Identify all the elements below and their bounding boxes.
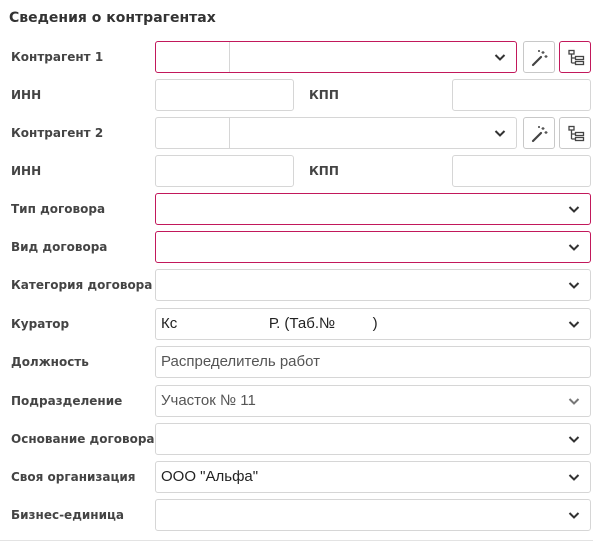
inn1-row: ИНН КПП: [0, 79, 593, 111]
contract-category-row: Категория договора: [0, 269, 593, 301]
counterparty1-label: Контрагент 1: [11, 50, 104, 64]
chevron-down-icon[interactable]: [568, 318, 580, 330]
chevron-down-icon[interactable]: [494, 127, 506, 139]
chevron-down-icon[interactable]: [568, 241, 580, 253]
department-select[interactable]: Участок № 11: [155, 385, 591, 417]
chevron-down-icon[interactable]: [568, 433, 580, 445]
curator-label: Куратор: [11, 317, 70, 331]
contract-kind-select[interactable]: [155, 231, 591, 263]
position-value: Распределитель работ: [161, 353, 320, 370]
chevron-down-icon[interactable]: [494, 51, 506, 63]
contract-type-label: Тип договора: [11, 202, 106, 216]
magic-wand-button[interactable]: [523, 41, 555, 73]
inn2-input[interactable]: [155, 155, 294, 187]
magic-wand-button[interactable]: [523, 117, 555, 149]
department-value: Участок № 11: [161, 392, 256, 409]
department-row: Подразделение Участок № 11: [0, 385, 593, 417]
position-label: Должность: [11, 355, 89, 369]
business-unit-label: Бизнес-единица: [11, 508, 124, 522]
position-row: Должность Распределитель работ: [0, 346, 593, 378]
bottom-divider: [0, 540, 593, 541]
contract-category-select[interactable]: [155, 269, 591, 301]
curator-row: Куратор Кс Р. (Таб.№ ): [0, 308, 593, 340]
tree-list-button[interactable]: [559, 41, 591, 73]
business-unit-select[interactable]: [155, 499, 591, 531]
magic-wand-icon: [531, 126, 548, 143]
counterparty1-row: Контрагент 1: [0, 41, 593, 73]
position-input[interactable]: Распределитель работ: [155, 346, 591, 378]
inn1-label: ИНН: [11, 88, 42, 102]
curator-value: Кс Р. (Таб.№ ): [161, 315, 378, 332]
counterparty1-select[interactable]: [155, 41, 517, 73]
tree-list-button[interactable]: [559, 117, 591, 149]
chevron-down-icon[interactable]: [568, 509, 580, 521]
contract-category-label: Категория договора: [11, 278, 153, 292]
chevron-down-icon[interactable]: [568, 471, 580, 483]
contract-kind-label: Вид договора: [11, 240, 108, 254]
chevron-down-icon[interactable]: [568, 279, 580, 291]
contract-type-select[interactable]: [155, 193, 591, 225]
tree-list-icon: [568, 125, 585, 142]
kpp1-input[interactable]: [452, 79, 591, 111]
kpp2-label: КПП: [309, 164, 339, 178]
field-divider: [229, 118, 230, 148]
counterparty2-label: Контрагент 2: [11, 126, 104, 140]
contract-basis-row: Основание договора: [0, 423, 593, 455]
magic-wand-icon: [531, 50, 548, 67]
own-org-select[interactable]: ООО "Альфа": [155, 461, 591, 493]
own-org-row: Своя организация ООО "Альфа": [0, 461, 593, 493]
counterparty2-row: Контрагент 2: [0, 117, 593, 149]
inn1-input[interactable]: [155, 79, 294, 111]
section-title: Сведения о контрагентах: [9, 10, 216, 26]
curator-select[interactable]: Кс Р. (Таб.№ ): [155, 308, 591, 340]
contract-basis-label: Основание договора: [11, 432, 155, 446]
contract-type-row: Тип договора: [0, 193, 593, 225]
kpp1-label: КПП: [309, 88, 339, 102]
chevron-down-icon[interactable]: [568, 395, 580, 407]
tree-list-icon: [568, 49, 585, 66]
business-unit-row: Бизнес-единица: [0, 499, 593, 531]
own-org-value: ООО "Альфа": [161, 468, 259, 485]
inn2-label: ИНН: [11, 164, 42, 178]
contract-basis-select[interactable]: [155, 423, 591, 455]
department-label: Подразделение: [11, 394, 123, 408]
inn2-row: ИНН КПП: [0, 155, 593, 187]
counterparty2-select[interactable]: [155, 117, 517, 149]
own-org-label: Своя организация: [11, 470, 136, 484]
field-divider: [229, 42, 230, 72]
kpp2-input[interactable]: [452, 155, 591, 187]
contract-kind-row: Вид договора: [0, 231, 593, 263]
chevron-down-icon[interactable]: [568, 203, 580, 215]
